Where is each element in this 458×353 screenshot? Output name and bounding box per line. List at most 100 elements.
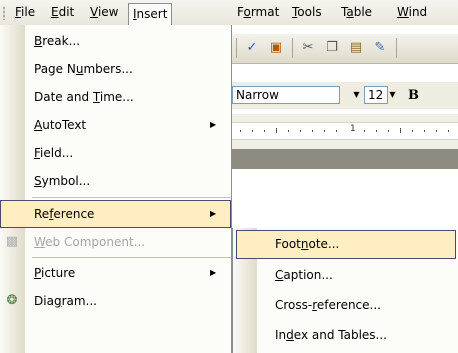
bold-button[interactable]: B [408,88,419,103]
copy-icon[interactable]: ❐ [324,40,340,56]
mnemonic: g [53,294,62,308]
menu-item-label: Page Numbers... [34,55,133,83]
horizontal-ruler[interactable]: 1 [230,114,458,149]
label-rest: ime... [99,90,134,104]
view-mnemonic: V [90,5,98,19]
submenu-item-caption[interactable]: Caption... [233,261,458,290]
menu-window-label: Wind [397,5,427,19]
mnemonic: T [92,90,100,104]
label-rest: icture [40,266,76,280]
menu-divider [32,257,231,258]
format-mnemonic: o [243,5,251,19]
toolbar-separator [236,38,237,58]
standard-toolbar: ✓ ▣ ✂ ❐ ▤ ✎ [230,34,458,64]
cut-icon[interactable]: ✂ [300,40,316,56]
menu-item-page-numbers[interactable]: Page Numbers... [0,55,231,83]
menu-view[interactable]: View [89,0,119,25]
label-pre: Re [34,207,50,221]
table-rest: ble [353,5,373,19]
label-rest: ymbol... [41,174,91,188]
insert-rest: nsert [136,7,168,21]
paste-icon[interactable]: ▤ [348,40,364,56]
submenu-item-footnote[interactable]: Footnote... [236,230,456,259]
menu-item-picture[interactable]: Picture ▶ [0,259,231,287]
menu-item-autotext[interactable]: AutoText ▶ [0,111,231,139]
toolbar-grip-handle[interactable] [3,6,5,20]
menu-item-label: Diagram... [34,287,97,315]
mnemonic: A [34,118,43,132]
menu-file-label: File [15,5,35,19]
submenu-item-label: Caption... [275,261,333,290]
tools-rest: ools [297,5,322,19]
label-rest: utoText [42,118,87,132]
ruler-tick [276,128,277,133]
menu-item-break[interactable]: Break... [0,27,231,55]
mnemonic: S [34,174,42,188]
document-area-background [230,149,458,169]
menu-item-diagram[interactable]: ❂ Diagram... [0,287,231,315]
menu-insert[interactable]: Insert [128,3,173,25]
ruler-tick [448,130,449,132]
menu-format[interactable]: Format [236,0,280,25]
insert-menu: Break... Page Numbers... Date and Time..… [0,25,232,353]
view-rest: iew [97,5,119,19]
window-mnemonic: W [397,5,409,19]
menu-edit-label: Edit [51,5,74,19]
menu-divider [32,197,231,198]
menu-view-label: View [90,5,118,19]
menu-bar: File Edit View Insert Format Tools Table… [0,0,458,25]
ruler-tick [424,130,425,132]
menu-file[interactable]: File [14,0,36,25]
menu-item-date-and-time[interactable]: Date and Time... [0,83,231,111]
menu-item-symbol[interactable]: Symbol... [0,167,231,195]
label-pre: Foot [275,237,301,251]
table-mnemonic: a [346,5,354,19]
submenu-item-label: Index and Tables... [275,321,387,350]
label-rest: mbers... [83,62,133,76]
menu-item-label: Web Component... [34,228,145,256]
menu-item-field[interactable]: Field... [0,139,231,167]
label-pre: Page N [34,62,76,76]
menu-item-label: Reference [34,201,94,227]
menu-tools[interactable]: Tools [291,0,323,25]
font-size-dropdown-arrow-icon[interactable]: ▼ [386,86,399,104]
ruler-tick [436,130,437,132]
menu-format-label: Format [237,5,279,19]
spelling-icon[interactable]: ✓ [244,40,260,56]
submenu-item-index-and-tables[interactable]: Index and Tables... [233,321,458,350]
menu-item-label: Symbol... [34,167,90,195]
submenu-item-label: Footnote... [275,231,339,258]
mnemonic: W [34,235,46,249]
menu-window[interactable]: Wind [396,0,428,25]
ruler-tick [264,130,265,132]
label-pre: Dia [34,294,54,308]
submenu-item-cross-reference[interactable]: Cross-reference... [233,291,458,320]
font-name-dropdown-arrow-icon[interactable]: ▼ [350,86,363,104]
ruler-tick [288,130,289,132]
toolbar-separator [292,38,293,58]
menu-item-reference[interactable]: Reference ▶ [0,200,231,228]
menu-insert-label: Insert [133,7,167,21]
ruler-tick [300,130,301,132]
reference-submenu: Footnote... Caption... Cross-reference..… [232,228,458,353]
label-pre: Cross- [275,298,313,312]
menu-item-label: Picture [34,259,75,287]
submenu-arrow-icon: ▶ [210,209,217,218]
menu-edit[interactable]: Edit [50,0,75,25]
ruler-tick [240,130,241,132]
submenu-item-label: Cross-reference... [275,291,381,320]
menu-table[interactable]: Table [340,0,373,25]
menu-item-label: Date and Time... [34,83,134,111]
font-name-combobox[interactable]: Narrow [232,86,340,104]
format-rest: rmat [250,5,280,19]
ruler-tick [324,130,325,132]
ruler-tick [412,130,413,132]
label-rest: eference... [316,298,381,312]
label-rest: eb Component... [45,235,146,249]
toolbar-separator [396,38,397,58]
font-size-combobox[interactable]: 12 [364,86,388,104]
edit-rest: dit [58,5,75,19]
research-icon[interactable]: ▣ [268,40,284,56]
format-painter-icon[interactable]: ✎ [372,40,388,56]
submenu-arrow-icon: ▶ [210,120,217,129]
